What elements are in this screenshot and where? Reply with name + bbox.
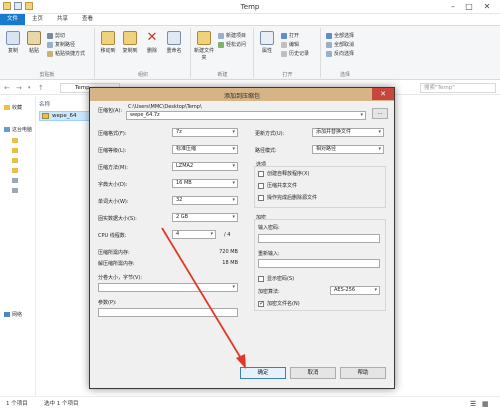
annotation-arrow-head <box>236 354 246 369</box>
annotation-arrow-line <box>161 227 243 361</box>
annotation-arrow <box>161 227 246 369</box>
